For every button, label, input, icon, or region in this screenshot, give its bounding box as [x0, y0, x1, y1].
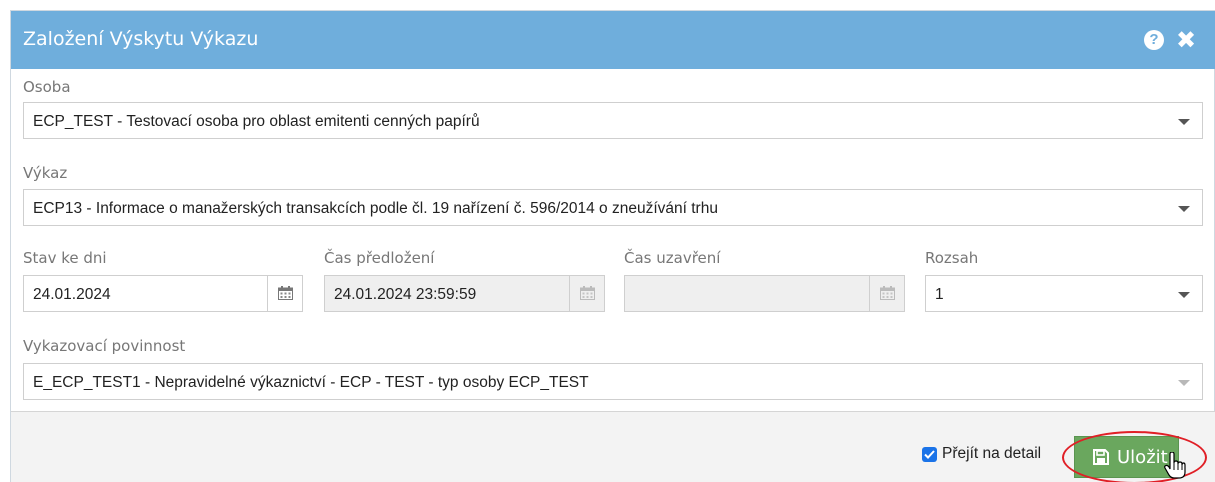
cas-predlozeni-label: Čas předložení [324, 249, 435, 267]
cas-uzavreni-calendar-button [869, 276, 904, 311]
goto-detail-checkbox[interactable] [922, 447, 937, 462]
vykaz-label: Výkaz [23, 164, 68, 182]
create-report-occurrence-dialog: Založení Výskytu Výkazu ? ✖ Osoba ECP_TE… [10, 10, 1215, 482]
dialog-footer: Přejít na detail Uložit [11, 411, 1215, 482]
checkmark-icon [924, 450, 935, 459]
close-icon[interactable]: ✖ [1174, 28, 1198, 52]
vykaz-select[interactable]: ECP13 - Informace o manažerských transak… [23, 189, 1203, 226]
chevron-down-icon [1178, 292, 1190, 298]
chevron-down-icon [1178, 380, 1190, 386]
calendar-icon [278, 286, 293, 300]
povinnost-value: E_ECP_TEST1 - Nepravidelné výkaznictví -… [33, 374, 589, 391]
dialog-title: Založení Výskytu Výkazu [23, 28, 259, 50]
povinnost-label: Vykazovací povinnost [23, 337, 186, 355]
question-circle-icon[interactable]: ? [1144, 30, 1164, 50]
rozsah-value: 1 [935, 286, 944, 303]
osoba-select[interactable]: ECP_TEST - Testovací osoba pro oblast em… [23, 102, 1203, 139]
cas-predlozeni-input: 24.01.2024 23:59:59 [324, 275, 605, 312]
hand-cursor-icon [1164, 452, 1186, 479]
goto-detail-label[interactable]: Přejít na detail [942, 445, 1041, 463]
stav-ke-dni-value: 24.01.2024 [33, 286, 111, 303]
dialog-titlebar: Založení Výskytu Výkazu ? ✖ [11, 11, 1215, 69]
povinnost-select: E_ECP_TEST1 - Nepravidelné výkaznictví -… [23, 363, 1203, 400]
cas-uzavreni-label: Čas uzavření [624, 249, 721, 267]
rozsah-label: Rozsah [925, 249, 979, 267]
stav-ke-dni-input[interactable]: 24.01.2024 [23, 275, 303, 312]
cas-predlozeni-value: 24.01.2024 23:59:59 [334, 286, 477, 303]
cas-predlozeni-calendar-button [569, 276, 604, 311]
chevron-down-icon [1178, 206, 1190, 212]
cas-uzavreni-input [624, 275, 905, 312]
calendar-icon [880, 286, 895, 300]
vykaz-value: ECP13 - Informace o manažerských transak… [33, 200, 718, 217]
osoba-label: Osoba [23, 78, 71, 96]
stav-ke-dni-calendar-button[interactable] [267, 276, 302, 311]
stav-ke-dni-label: Stav ke dni [23, 249, 107, 267]
osoba-value: ECP_TEST - Testovací osoba pro oblast em… [33, 113, 480, 130]
chevron-down-icon [1178, 119, 1190, 125]
calendar-icon [580, 286, 595, 300]
rozsah-select[interactable]: 1 [925, 275, 1203, 312]
